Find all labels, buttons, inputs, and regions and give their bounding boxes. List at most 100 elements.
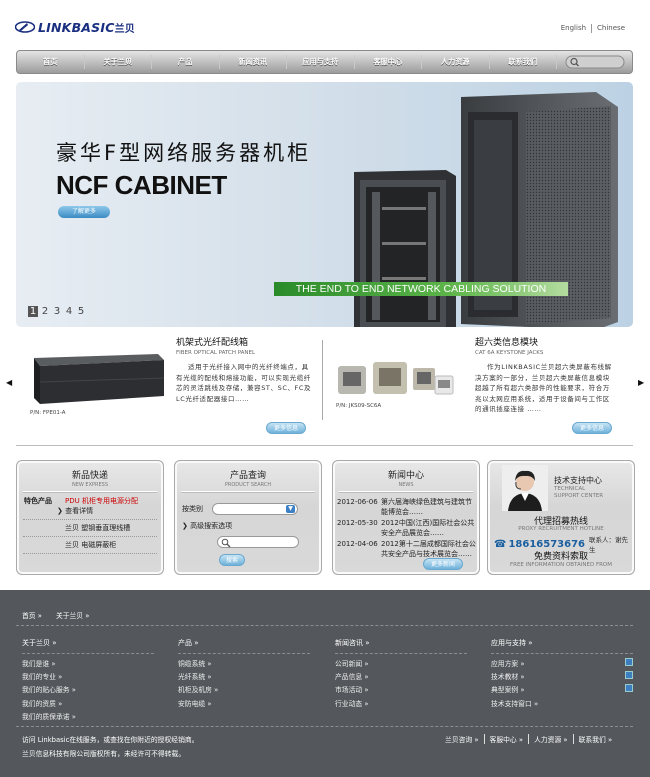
news-item-3[interactable]: 2012-04-06 2012第十二届成都国际社会公共安全产品与技术展览会…… [337,539,479,559]
footer-link-label: 光纤系统 [178,673,206,682]
footer-link[interactable]: 应用方案 » [491,658,633,671]
double-chevron-icon: » [207,699,212,708]
footer-link-label: 市场活动 [335,686,363,695]
footer-link[interactable]: 我们的资质 » [22,698,154,711]
footer-link[interactable]: 机柜及机房 » [178,684,310,697]
footer-link[interactable]: 典型案例 » [491,684,633,697]
view-detail-link[interactable]: ❯ 查看详情 [17,506,163,516]
nav-applications[interactable]: 应用与支持 [287,55,355,69]
feature-value[interactable]: PDU 机柜专用电源分配 [65,496,138,506]
advanced-options-link[interactable]: ❯ 高级搜索选项 [182,521,321,531]
footer-link[interactable]: 铜缆系统 » [178,658,310,671]
feature-label: 特色产品 [24,497,52,505]
logo-text: LINKBASIC [38,19,115,35]
footer-col-head[interactable]: 产品 » [178,638,310,648]
footer-quick-link[interactable]: 客服中心 » [485,734,530,744]
footer-link-label: 公司新闻 [335,660,363,668]
rss-icon[interactable] [625,658,633,666]
double-chevron-icon: » [85,612,90,620]
double-chevron-icon: » [71,712,76,721]
express-divider-2 [23,519,157,520]
search-button[interactable]: 搜索 [219,554,245,566]
prev-arrow-icon[interactable]: ◀ [6,378,12,387]
new-express-box: 新品快递 NEW EXPRESS 特色产品 PDU 机柜专用电源分配 ❯ 查看详… [16,460,164,575]
nav-contact[interactable]: 联系我们 [490,55,557,69]
express-item-2[interactable]: 兰贝 电磁屏蔽柜 [17,540,163,550]
lang-chinese[interactable]: Chinese [592,24,630,33]
footer-link[interactable]: 我们的质保承诺 » [22,711,154,724]
footer-link[interactable]: 我们是谁 » [22,658,154,671]
nav-search[interactable] [557,55,632,69]
free-info-title[interactable]: 免费资料索取 [488,549,634,562]
footer-link[interactable]: 产品信息 » [335,671,467,684]
footer-quick-link[interactable]: 联系我们 » [574,734,618,744]
search-icon[interactable] [565,55,625,69]
next-arrow-icon[interactable]: ▶ [638,378,644,387]
learn-more-button[interactable]: 了解更多 [58,206,110,218]
view-detail-label: 查看详情 [65,507,94,515]
more-news-button[interactable]: 更多新闻 [423,558,463,570]
category-select[interactable]: ▼ [212,503,298,515]
pager-2[interactable]: 2 [40,306,50,317]
search-input[interactable] [217,536,299,548]
footer-divider-1 [16,625,633,626]
product-2-more-button[interactable]: 更多信息 [572,422,612,434]
brand-logo[interactable]: LINKBASIC 兰贝 [15,18,135,36]
nav-home[interactable]: 首页 [17,55,85,69]
pager-1[interactable]: 1 [28,306,38,317]
double-chevron-icon: » [520,686,525,695]
logo-cn: 兰贝 [114,23,135,35]
product-1-title[interactable]: 机架式光纤配线箱 [176,335,312,348]
nav-service[interactable]: 客服中心 [355,55,422,69]
nav-hr[interactable]: 人力资源 [422,55,490,69]
news-item-2[interactable]: 2012-05-30 2012中国(江西)国际社会公共安全产品展览会…… [337,518,479,538]
support-box: 技术支持中心 TECHNICAL SUPPORT CENTER 代理招募热线 P… [487,460,635,575]
footer-crumb-about[interactable]: 关于兰贝 » [56,610,90,620]
featured-products: ◀ ▶ P/N: FPE01-A 机架式光纤配线箱 FIBER OPTICAL … [0,330,650,445]
nav-news[interactable]: 新闻资讯 [220,55,287,69]
hotline-phone[interactable]: 18616573676 [508,539,585,550]
hero-banner[interactable]: 豪华F型网络服务器机柜 NCF CABINET 了解更多 THE END TO … [16,82,633,327]
double-chevron-icon: » [51,660,56,668]
footer-link[interactable]: 公司新闻 » [335,658,467,671]
footer-link[interactable]: 光纤系统 » [178,671,310,684]
footer-link[interactable]: 安防电缆 » [178,698,310,711]
product-1-more-button[interactable]: 更多信息 [266,422,306,434]
footer-link[interactable]: 技术支持窗口 » [491,698,633,711]
footer-col-head-label: 产品 [178,639,192,647]
nav-about[interactable]: 关于兰贝 [85,55,152,69]
search-icon [221,538,231,548]
footer-col-head[interactable]: 关于兰贝 » [22,638,154,648]
banner-pager: 1 2 3 4 5 [28,306,86,317]
footer-crumb-home[interactable]: 首页 » [22,610,42,620]
news-item-1[interactable]: 2012-06-06 第六届海峡绿色建筑与建筑节能博览会…… [337,497,479,517]
footer-link[interactable]: 行业动态 » [335,698,467,711]
footer-col-head[interactable]: 新闻咨讯 » [335,638,467,648]
pager-3[interactable]: 3 [52,306,62,317]
lang-english[interactable]: English [556,24,591,33]
nav-products[interactable]: 产品 [152,55,220,69]
news-date: 2012-06-06 [337,498,378,506]
rss-icon[interactable] [625,671,633,680]
double-chevron-icon: » [364,699,369,708]
footer-link[interactable]: 技术教材 » [491,671,633,684]
product-card-2: 超六类信息模块 CAT 6A KEYSTONE JACKS 作为LINKBASI… [475,335,615,415]
footer-link-label: 我们的资质 [22,699,56,708]
footer-link-label: 技术支持窗口 [491,699,532,708]
search-title: 产品查询 [229,471,266,481]
express-item-1[interactable]: 兰贝 塑钢垂直理线槽 [17,523,163,533]
footer-link[interactable]: 市场活动 » [335,684,467,697]
footer-quick-link[interactable]: 人力资源 » [529,734,574,744]
news-divider [339,491,473,493]
pager-5[interactable]: 5 [76,306,86,317]
product-2-title[interactable]: 超六类信息模块 [475,335,615,348]
rss-icon[interactable] [625,684,633,693]
footer-col-head[interactable]: 应用与支持 » [491,638,633,648]
footer-quick-link[interactable]: 兰贝咨询 » [440,734,485,744]
express-en: NEW EXPRESS [71,482,108,488]
pager-4[interactable]: 4 [64,306,74,317]
footer-link[interactable]: 我们的贴心服务 » [22,684,154,697]
footer-link[interactable]: 我们的专业 » [22,671,154,684]
footer: 首页 » 关于兰贝 » 关于兰贝 » 我们是谁 » 我们的专业 » 我们的贴心服… [0,590,650,777]
double-chevron-icon: » [533,699,539,708]
